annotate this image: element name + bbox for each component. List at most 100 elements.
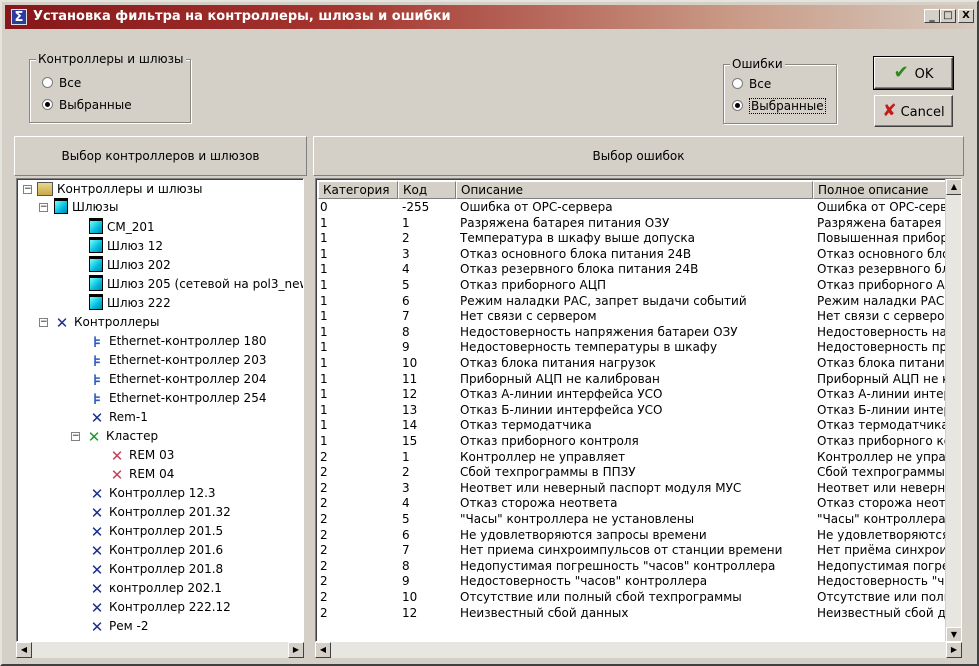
tree-node-controller[interactable]: ✕ Контроллер 201.32 [89, 503, 231, 522]
tree-node-label: Контроллер 12.3 [109, 486, 216, 500]
errors-all-radio[interactable]: Все [732, 77, 771, 93]
table-row[interactable]: 1 10 Отказ блока питания нагрузок Отказ бло… [316, 356, 948, 371]
table-row[interactable]: 2 8 Недопустимая погрешность "часов" контр… [316, 559, 948, 574]
tree-node-controller[interactable]: ✕ Контроллер 201.5 [89, 522, 223, 541]
table-row[interactable]: 2 4 Отказ сторожа неответа Отказ сторожа не… [316, 496, 948, 511]
table-cell: Отказ сторожа неответа [460, 496, 618, 511]
controllers-all-radio[interactable]: Все [42, 76, 81, 92]
collapse-icon[interactable]: − [39, 318, 48, 327]
table-row[interactable]: 1 14 Отказ термодатчика Отказ термодатчика [316, 418, 948, 433]
scroll-left-icon[interactable]: ◀ [315, 642, 331, 658]
scroll-down-icon[interactable]: ▼ [946, 627, 961, 641]
table-cell: Неответ или неверный [817, 480, 947, 495]
errors-table[interactable]: Категория Код Описание Полное описание 0… [315, 178, 962, 642]
tree-node-controller[interactable]: ⊧ Ethernet-контроллер 180 [89, 332, 267, 351]
cancel-button[interactable]: ✘ Cancel [874, 95, 953, 127]
column-header-category[interactable]: Категория [318, 181, 398, 199]
tree-node-controller[interactable]: ✕ REM 04 [109, 465, 175, 484]
tree-node-controller[interactable]: ⊧ Ethernet-контроллер 254 [89, 389, 267, 408]
table-cell: Не удовлетворяются запросы времени [460, 527, 707, 542]
table-cell: 2 [320, 512, 328, 526]
scroll-right-icon[interactable]: ▶ [946, 642, 962, 658]
scroll-left-icon[interactable]: ◀ [16, 642, 32, 658]
table-row[interactable]: 1 5 Отказ приборного АЦП Отказ приборного А… [316, 278, 948, 293]
radio-icon[interactable] [732, 78, 743, 89]
table-cell: Нет приёма синхроимп [817, 543, 947, 558]
table-cell: 1 [320, 246, 328, 261]
table-row[interactable]: 2 3 Неответ или неверный паспорт модуля МУ… [316, 481, 948, 496]
table-cell: 12 [402, 605, 418, 620]
tree-node-gateway[interactable]: Шлюз 205 (сетевой на pol3_new [89, 275, 303, 294]
tree-node-controller[interactable]: ⊧ Ethernet-контроллер 204 [89, 370, 267, 389]
ethernet-controller-icon: ⊧ [92, 333, 102, 351]
column-header-code[interactable]: Код [398, 181, 456, 199]
table-row[interactable]: 1 1 Разряжена батарея питания ОЗУ Разряжена… [316, 216, 948, 231]
table-row[interactable]: 0 -255 Ошибка от OPC-сервера Ошибка от OPC-… [316, 200, 948, 215]
tree-node-controller[interactable]: ✕ Контроллер 201.6 [89, 541, 223, 560]
table-row[interactable]: 2 2 Сбой техпрограммы в ППЗУ Сбой техпрогра… [316, 465, 948, 480]
table-row[interactable]: 1 4 Отказ резервного блока питания 24В Отка… [316, 262, 948, 277]
errors-vertical-scrollbar[interactable]: ▲ ▼ [945, 179, 961, 641]
tree-node-gateway[interactable]: Шлюз 222 [89, 294, 171, 313]
table-cell: Отказ резервного бло [817, 262, 947, 277]
errors-selected-radio[interactable]: Выбранные [732, 98, 826, 115]
table-row[interactable]: 2 9 Недостоверность "часов" контроллера Нед… [316, 574, 948, 589]
controllers-tree[interactable]: − Контроллеры и шлюзы − Шлюзы CM_201 Шлю… [16, 178, 304, 642]
table-row[interactable]: 1 11 Приборный АЦП не калиброван Приборный … [316, 372, 948, 387]
table-row[interactable]: 1 7 Нет связи с сервером Нет связи с сервер… [316, 309, 948, 324]
table-cell: Контроллер не управляет [460, 449, 626, 464]
table-row[interactable]: 1 12 Отказ А-линии интерфейса УСО Отказ А-л… [316, 387, 948, 402]
errors-horizontal-scrollbar[interactable]: ◀ ▶ [315, 642, 962, 658]
radio-checked-icon[interactable] [732, 100, 743, 111]
gateway-icon [89, 237, 103, 253]
close-button[interactable]: X [958, 9, 974, 23]
minimize-button[interactable]: _ [924, 9, 940, 23]
tree-node-controller[interactable]: ✕ контроллер 202.1 [89, 579, 222, 598]
maximize-button[interactable]: □ [940, 9, 956, 23]
table-row[interactable]: 1 15 Отказ приборного контроля Отказ прибор… [316, 434, 948, 449]
collapse-icon[interactable]: − [71, 432, 80, 441]
collapse-icon[interactable]: − [39, 203, 48, 212]
radio-icon[interactable] [42, 77, 53, 88]
table-row[interactable]: 2 12 Неизвестный сбой данных Неизвестный сб… [316, 606, 948, 621]
table-row[interactable]: 1 8 Недостоверность напряжения батареи ОЗУ… [316, 325, 948, 340]
radio-checked-icon[interactable] [42, 99, 53, 110]
ok-button[interactable]: ✔ OK [873, 56, 954, 90]
title-bar[interactable]: Σ Установка фильтра на контроллеры, шлюз… [5, 5, 974, 29]
table-cell: 7 [402, 309, 410, 324]
tree-node-controller[interactable]: ✕ Контроллер 201.8 [89, 560, 223, 579]
table-cell: Отказ А-линии интерф [817, 387, 947, 402]
table-cell: 15 [402, 434, 418, 448]
tree-horizontal-scrollbar[interactable]: ◀ ▶ [16, 642, 304, 658]
table-cell: 1 [320, 215, 328, 230]
collapse-icon[interactable]: − [23, 185, 32, 194]
tree-node-controller[interactable]: ⊧ Ethernet-контроллер 203 [89, 351, 267, 370]
controllers-selected-radio[interactable]: Выбранные [42, 98, 132, 114]
column-header-description[interactable]: Описание [456, 181, 813, 199]
table-row[interactable]: 1 9 Недостоверность температуры в шкафу Нед… [316, 340, 948, 355]
tree-node-gateway[interactable]: Шлюз 12 [89, 237, 163, 256]
scroll-right-icon[interactable]: ▶ [288, 642, 304, 658]
controllers-selected-label: Выбранные [59, 98, 132, 112]
scroll-up-icon[interactable]: ▲ [946, 179, 961, 195]
table-row[interactable]: 1 13 Отказ Б-линии интерфейса УСО Отказ Б-л… [316, 403, 948, 418]
table-row[interactable]: 2 1 Контроллер не управляет Контроллер не у… [316, 450, 948, 465]
table-row[interactable]: 1 3 Отказ основного блока питания 24В Отказ… [316, 247, 948, 262]
table-cell: Отказ термодатчика [817, 418, 947, 433]
table-row[interactable]: 2 6 Не удовлетворяются запросы времени Не у… [316, 528, 948, 543]
tree-node-gateway[interactable]: Шлюз 202 [89, 256, 171, 275]
column-header-full-description[interactable]: Полное описание [813, 181, 949, 199]
table-row[interactable]: 1 2 Температура в шкафу выше допуска Повыше… [316, 231, 948, 246]
tree-node-controller[interactable]: ✕ Контроллер 222.12 [89, 598, 231, 617]
table-row[interactable]: 1 6 Режим наладки РАС, запрет выдачи событ… [316, 294, 948, 309]
table-row[interactable]: 2 7 Нет приема синхроимпульсов от станции … [316, 543, 948, 558]
tree-node-controller[interactable]: ✕ Rem-1 [89, 408, 148, 427]
tree-node-controller[interactable]: ✕ REM 03 [109, 446, 175, 465]
table-row[interactable]: 2 5 "Часы" контроллера не установлены "Часы… [316, 512, 948, 527]
table-cell: -255 [402, 200, 430, 214]
tree-node-gateway[interactable]: CM_201 [89, 218, 155, 237]
tree-node-controller[interactable]: ✕ Рем -2 [89, 617, 149, 636]
table-row[interactable]: 2 10 Отсутствие или полный сбой техпрограм… [316, 590, 948, 605]
table-cell: 1 [320, 231, 328, 246]
tree-node-controller[interactable]: ✕ Контроллер 12.3 [89, 484, 216, 503]
